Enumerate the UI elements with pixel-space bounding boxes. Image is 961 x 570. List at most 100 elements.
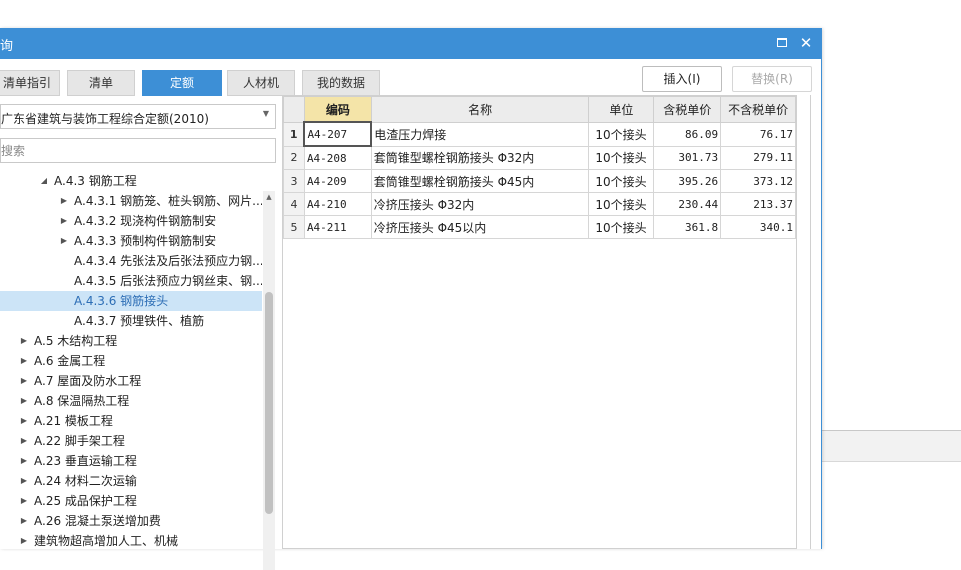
grid-scrollbar[interactable]: [797, 95, 811, 549]
row-number: 1: [283, 121, 305, 147]
tree-item[interactable]: ▶ A.4.3.3 预制构件钢筋制安: [0, 231, 262, 251]
tree-item[interactable]: ▶ A.5 木结构工程: [0, 331, 262, 351]
tab-quota[interactable]: 定额: [142, 70, 222, 96]
column-header-name[interactable]: 名称: [370, 96, 590, 123]
dialog-title: 询: [0, 39, 14, 54]
tree-item[interactable]: ▶ A.4.3.2 现浇构件钢筋制安: [0, 211, 262, 231]
column-header-code[interactable]: 编码: [303, 96, 372, 123]
cell-name[interactable]: 冷挤压接头 Φ45以内: [370, 215, 590, 239]
cell-name[interactable]: 冷挤压接头 Φ32内: [370, 192, 590, 216]
cell-code[interactable]: A4-207: [303, 121, 373, 147]
tree-item[interactable]: ▶ 建筑物超高增加人工、机械: [0, 531, 262, 549]
tab-bill-guide[interactable]: 清单指引: [0, 70, 60, 96]
tree-item-label: A.4.3.5 后张法预应力钢丝束、钢...: [74, 274, 262, 288]
cell-price-notax[interactable]: 373.12: [720, 169, 796, 193]
cell-name[interactable]: 电渣压力焊接: [370, 121, 590, 147]
column-header-price-tax[interactable]: 含税单价: [653, 96, 722, 123]
tree-item[interactable]: ▶ A.23 垂直运输工程: [0, 451, 262, 471]
tree-item-label: A.25 成品保护工程: [34, 494, 137, 508]
maximize-button[interactable]: [773, 34, 791, 52]
close-button[interactable]: ✕: [797, 34, 815, 52]
cell-price-tax[interactable]: 395.26: [653, 169, 722, 193]
table-row[interactable]: 2 A4-208 套筒锥型螺栓钢筋接头 Φ32内 10个接头 301.73 279.11: [283, 145, 796, 170]
row-number: 2: [283, 145, 305, 170]
tree-item[interactable]: ▶ A.4.3.1 钢筋笼、桩头钢筋、网片...: [0, 191, 262, 211]
cell-name[interactable]: 套筒锥型螺栓钢筋接头 Φ45内: [370, 169, 590, 193]
tab-labor-material-machine[interactable]: 人材机: [227, 70, 295, 96]
table-row[interactable]: 4 A4-210 冷挤压接头 Φ32内 10个接头 230.44 213.37: [283, 192, 796, 216]
expand-arrow-icon[interactable]: ▶: [58, 191, 70, 211]
expand-arrow-icon[interactable]: ▶: [18, 331, 30, 351]
expand-arrow-icon[interactable]: ▶: [18, 431, 30, 451]
tab-bill[interactable]: 清单: [67, 70, 135, 96]
expand-arrow-icon[interactable]: ▶: [18, 391, 30, 411]
tree-item[interactable]: A.4.3.7 预埋铁件、植筋: [0, 311, 262, 331]
tree-item[interactable]: ▶ A.7 屋面及防水工程: [0, 371, 262, 391]
left-panel: 广东省建筑与装饰工程综合定额(2010) ▼ ◢ A.4.3 钢筋工程 ▶ A.4.3…: [0, 97, 276, 549]
table-row[interactable]: 5 A4-211 冷挤压接头 Φ45以内 10个接头 361.8 340.1: [283, 215, 796, 239]
tree-item[interactable]: A.4.3.6 钢筋接头: [0, 291, 262, 311]
tree-item[interactable]: ◢ A.4.3 钢筋工程: [0, 171, 262, 191]
expand-arrow-icon[interactable]: ▶: [18, 511, 30, 531]
expand-arrow-icon[interactable]: ▶: [18, 411, 30, 431]
tree-item[interactable]: ▶ A.22 脚手架工程: [0, 431, 262, 451]
expand-arrow-icon[interactable]: ▶: [18, 491, 30, 511]
cell-code[interactable]: A4-211: [303, 215, 372, 239]
cell-code[interactable]: A4-210: [303, 192, 372, 216]
close-icon: ✕: [799, 34, 813, 52]
tree-item-label: 建筑物超高增加人工、机械: [34, 534, 179, 548]
cell-unit[interactable]: 10个接头: [588, 215, 655, 239]
tree-item[interactable]: A.4.3.4 先张法及后张法预应力钢...: [0, 251, 262, 271]
cell-price-tax[interactable]: 301.73: [653, 145, 722, 170]
dialog-toolbar: 清单指引 清单 定额 人材机 我的数据 插入(I) 替换(R): [0, 59, 821, 97]
tree-item[interactable]: A.4.3.5 后张法预应力钢丝束、钢...: [0, 271, 262, 291]
tree-scrollbar[interactable]: ▲: [263, 191, 275, 570]
library-select[interactable]: 广东省建筑与装饰工程综合定额(2010) ▼: [0, 104, 276, 129]
expand-arrow-icon[interactable]: ▶: [18, 451, 30, 471]
cell-name[interactable]: 套筒锥型螺栓钢筋接头 Φ32内: [370, 145, 590, 170]
cell-price-tax[interactable]: 361.8: [653, 215, 722, 239]
tree-item-label: A.4.3.4 先张法及后张法预应力钢...: [74, 254, 262, 268]
tab-my-data[interactable]: 我的数据: [302, 70, 380, 96]
cell-unit[interactable]: 10个接头: [588, 169, 655, 193]
library-select-value: 广东省建筑与装饰工程综合定额(2010): [1, 112, 209, 126]
cell-price-tax[interactable]: 86.09: [653, 121, 722, 147]
expand-arrow-icon[interactable]: ▶: [18, 531, 30, 549]
search-input[interactable]: [1, 140, 261, 161]
tree-item[interactable]: ▶ A.24 材料二次运输: [0, 471, 262, 491]
table-row[interactable]: 3 A4-209 套筒锥型螺栓钢筋接头 Φ45内 10个接头 395.26 373.12: [283, 169, 796, 193]
tree-item[interactable]: ▶ A.21 模板工程: [0, 411, 262, 431]
cell-price-notax[interactable]: 279.11: [720, 145, 796, 170]
cell-price-notax[interactable]: 76.17: [720, 121, 796, 147]
insert-button[interactable]: 插入(I): [642, 66, 722, 92]
cell-unit[interactable]: 10个接头: [588, 145, 655, 170]
table-row[interactable]: 1 A4-207 电渣压力焊接 10个接头 86.09 76.17: [283, 121, 796, 147]
expand-arrow-icon[interactable]: ▶: [18, 371, 30, 391]
expand-arrow-icon[interactable]: ▶: [18, 471, 30, 491]
tree-item[interactable]: ▶ A.8 保温隔热工程: [0, 391, 262, 411]
cell-price-tax[interactable]: 230.44: [653, 192, 722, 216]
replace-button[interactable]: 替换(R): [732, 66, 812, 92]
cell-code[interactable]: A4-209: [303, 169, 372, 193]
scrollbar-thumb[interactable]: [265, 292, 273, 514]
dialog-titlebar[interactable]: 询 ✕: [0, 28, 821, 59]
cell-price-notax[interactable]: 340.1: [720, 215, 796, 239]
search-box[interactable]: [0, 138, 276, 163]
row-number: 3: [283, 169, 305, 193]
cell-unit[interactable]: 10个接头: [588, 121, 655, 147]
column-header-unit[interactable]: 单位: [588, 96, 655, 123]
expand-arrow-icon[interactable]: ▶: [18, 351, 30, 371]
expand-arrow-icon[interactable]: ▶: [58, 231, 70, 251]
tree-item[interactable]: ▶ A.25 成品保护工程: [0, 491, 262, 511]
cell-code[interactable]: A4-208: [303, 145, 372, 170]
cell-unit[interactable]: 10个接头: [588, 192, 655, 216]
column-header-price-notax[interactable]: 不含税单价: [720, 96, 796, 123]
background-panel-header: [820, 431, 961, 462]
expand-arrow-icon[interactable]: ▶: [58, 211, 70, 231]
scroll-up-icon[interactable]: ▲: [263, 191, 275, 203]
collapse-arrow-icon[interactable]: ◢: [38, 171, 50, 191]
tree-item[interactable]: ▶ A.6 金属工程: [0, 351, 262, 371]
row-number: 5: [283, 215, 305, 239]
tree-item[interactable]: ▶ A.26 混凝土泵送增加费: [0, 511, 262, 531]
cell-price-notax[interactable]: 213.37: [720, 192, 796, 216]
